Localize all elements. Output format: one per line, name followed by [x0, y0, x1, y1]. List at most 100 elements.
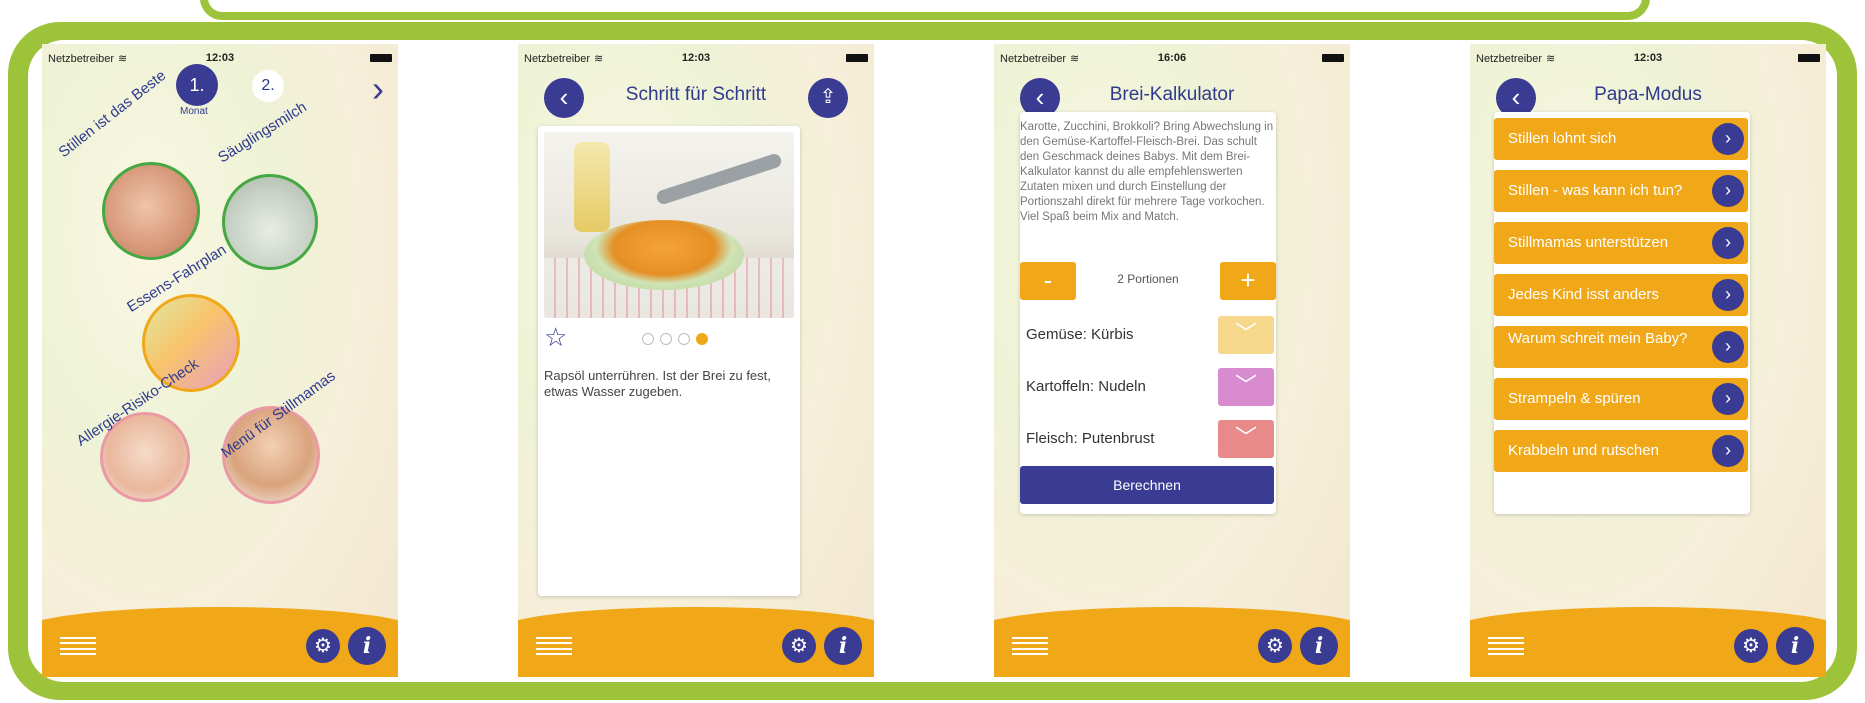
topic-label: Jedes Kind isst anders	[1508, 286, 1659, 303]
wifi-icon: ≋	[594, 53, 604, 65]
month-2-button[interactable]: 2.	[252, 70, 284, 102]
select-fleisch[interactable]: Fleisch: Putenbrust ﹀	[1020, 420, 1274, 458]
chevron-right-icon[interactable]: ›	[1712, 123, 1744, 155]
screen-papa-modus: Netzbetreiber ≋ 12:03 ‹ Papa-Modus Stille…	[1470, 44, 1826, 677]
tile-saeuglingsmilch[interactable]	[222, 174, 318, 270]
intro-text: Karotte, Zucchini, Brokkoli? Bring Abwec…	[1020, 121, 1274, 223]
topic-button[interactable]: Strampeln & spüren ›	[1494, 378, 1748, 420]
photo-spoon	[655, 152, 783, 206]
page-dot[interactable]	[660, 333, 672, 345]
status-bar: Netzbetreiber ≋ 12:03	[1476, 52, 1820, 66]
month-1-button[interactable]: 1.	[176, 64, 218, 106]
tile-label-stillen: Stillen ist das Beste	[55, 67, 170, 161]
portions-value: 2 Portionen	[1117, 272, 1179, 286]
hamburger-icon[interactable]	[536, 637, 572, 655]
info-icon[interactable]: i	[1776, 627, 1814, 665]
topic-label: Krabbeln und rutschen	[1508, 442, 1659, 459]
select-label: Fleisch: Putenbrust	[1026, 430, 1155, 447]
topic-label: Warum schreit mein Baby?	[1508, 330, 1688, 347]
tile-essens-fahrplan[interactable]	[142, 294, 240, 392]
bottom-bar: ⚙ i	[518, 591, 874, 677]
select-kartoffeln[interactable]: Kartoffeln: Nudeln ﹀	[1020, 368, 1274, 406]
star-icon[interactable]: ☆	[544, 322, 567, 353]
topic-button[interactable]: Jedes Kind isst anders ›	[1494, 274, 1748, 316]
page-dot-active[interactable]	[696, 333, 708, 345]
topic-button[interactable]: Stillen lohnt sich ›	[1494, 118, 1748, 160]
chevron-right-icon[interactable]: ›	[1712, 227, 1744, 259]
info-icon[interactable]: i	[348, 627, 386, 665]
battery-icon	[1798, 54, 1820, 62]
topics-card: Stillen lohnt sich › Stillen - was kann i…	[1494, 112, 1750, 514]
topic-label: Stillen - was kann ich tun?	[1508, 182, 1683, 199]
carrier-label: Netzbetreiber	[1000, 53, 1067, 65]
carrier-label: Netzbetreiber	[48, 53, 115, 65]
decrease-portions-button[interactable]: -	[1020, 262, 1076, 300]
bottom-bar: ⚙ i	[1470, 591, 1826, 677]
battery-icon	[846, 54, 868, 62]
page-title: Papa-Modus	[1594, 84, 1702, 105]
chevron-right-icon[interactable]: ›	[1712, 331, 1744, 363]
topic-label: Stillen lohnt sich	[1508, 130, 1617, 147]
topic-button[interactable]: Stillmamas unterstützen ›	[1494, 222, 1748, 264]
status-time: 12:03	[681, 52, 711, 64]
berechnen-button[interactable]: Berechnen	[1020, 466, 1274, 504]
select-gemuese[interactable]: Gemüse: Kürbis ﹀	[1020, 316, 1274, 354]
page-title: Brei-Kalkulator	[1109, 84, 1235, 105]
battery-icon	[370, 54, 392, 62]
chevron-right-icon[interactable]: ›	[1712, 279, 1744, 311]
gear-icon[interactable]: ⚙	[306, 629, 340, 663]
calculator-card: Karotte, Zucchini, Brokkoli? Bring Abwec…	[1020, 112, 1276, 514]
select-label: Gemüse: Kürbis	[1026, 326, 1134, 343]
chevron-right-icon[interactable]: ›	[372, 68, 384, 110]
gear-icon[interactable]: ⚙	[1258, 629, 1292, 663]
increase-portions-button[interactable]: +	[1220, 262, 1276, 300]
screen-schritt-fuer-schritt: Netzbetreiber ≋ 12:03 ‹ Schritt für Schri…	[518, 44, 874, 677]
wifi-icon: ≋	[118, 53, 128, 65]
status-time: 16:06	[1157, 52, 1187, 64]
step-instruction: Rapsöl unterrühren. Ist der Brei zu fest…	[544, 368, 771, 399]
gear-icon[interactable]: ⚙	[1734, 629, 1768, 663]
wifi-icon: ≋	[1546, 53, 1556, 65]
info-icon[interactable]: i	[824, 627, 862, 665]
step-card: ☆ Rapsöl unterrühren. Ist der Brei zu fe…	[538, 126, 800, 596]
chevron-down-icon[interactable]: ﹀	[1218, 316, 1274, 354]
screen-brei-kalkulator: Netzbetreiber ≋ 16:06 ‹ Brei-Kalkulator K…	[994, 44, 1350, 677]
photo-bowl	[584, 220, 744, 290]
bottom-bar: ⚙ i	[42, 591, 398, 677]
bottom-bar: ⚙ i	[994, 591, 1350, 677]
status-time: 12:03	[1633, 52, 1663, 64]
hamburger-icon[interactable]	[1488, 637, 1524, 655]
screen-month-overview: Netzbetreiber ≋ 12:03 1. Monat 2. › Still…	[42, 44, 398, 677]
hamburger-icon[interactable]	[1012, 637, 1048, 655]
page-dot[interactable]	[642, 333, 654, 345]
tile-stillen[interactable]	[102, 162, 200, 260]
food-photo	[544, 132, 794, 318]
page-indicator[interactable]	[642, 332, 714, 350]
status-bar: Netzbetreiber ≋ 16:06	[1000, 52, 1344, 66]
share-icon[interactable]: ⇪	[808, 78, 848, 118]
topic-label: Strampeln & spüren	[1508, 390, 1641, 407]
battery-icon	[1322, 54, 1344, 62]
info-icon[interactable]: i	[1300, 627, 1338, 665]
chevron-right-icon[interactable]: ›	[1712, 175, 1744, 207]
chevron-down-icon[interactable]: ﹀	[1218, 368, 1274, 406]
hamburger-icon[interactable]	[60, 637, 96, 655]
chevron-down-icon[interactable]: ﹀	[1218, 420, 1274, 458]
topic-button[interactable]: Stillen - was kann ich tun? ›	[1494, 170, 1748, 212]
wifi-icon: ≋	[1070, 53, 1080, 65]
tile-label-saeuglingsmilch: Säuglingsmilch	[215, 98, 310, 167]
status-bar: Netzbetreiber ≋ 12:03	[48, 52, 392, 66]
topic-button[interactable]: Warum schreit mein Baby? ›	[1494, 326, 1748, 368]
status-time: 12:03	[205, 52, 235, 64]
photo-oil-bottle	[574, 142, 610, 232]
page-dot[interactable]	[678, 333, 690, 345]
gear-icon[interactable]: ⚙	[782, 629, 816, 663]
month-label: Monat	[180, 106, 208, 117]
topic-label: Stillmamas unterstützen	[1508, 234, 1669, 251]
select-label: Kartoffeln: Nudeln	[1026, 378, 1146, 395]
topic-button[interactable]: Krabbeln und rutschen ›	[1494, 430, 1748, 472]
chevron-right-icon[interactable]: ›	[1712, 435, 1744, 467]
chevron-right-icon[interactable]: ›	[1712, 383, 1744, 415]
status-bar: Netzbetreiber ≋ 12:03	[524, 52, 868, 66]
carrier-label: Netzbetreiber	[1476, 53, 1543, 65]
